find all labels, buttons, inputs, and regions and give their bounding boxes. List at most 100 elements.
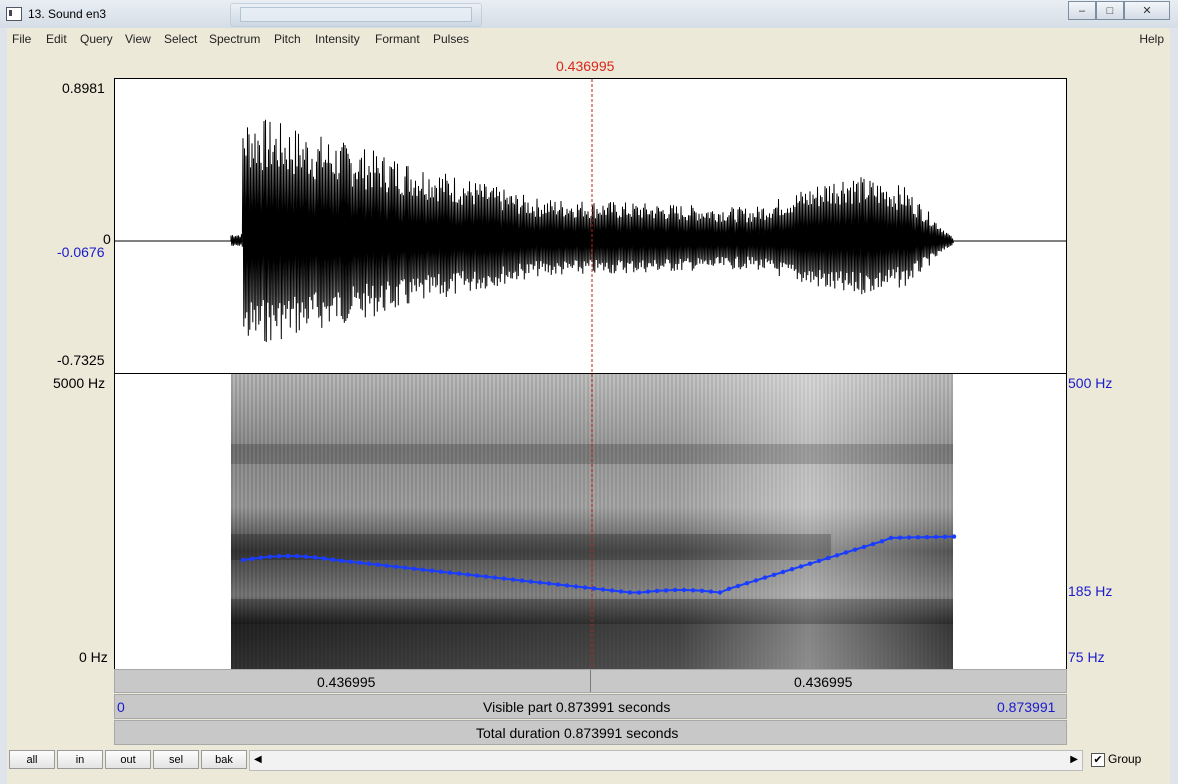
zoom-selection-button[interactable]: sel <box>153 750 199 769</box>
pitch-point-4 <box>276 554 282 559</box>
pitch-point-73 <box>897 535 903 540</box>
time-bar-divider <box>590 670 591 692</box>
pitch-point-0 <box>240 557 246 563</box>
menu-help[interactable]: Help <box>1139 32 1164 46</box>
pitch-point-11 <box>339 558 345 563</box>
zoom-in-button[interactable]: in <box>57 750 103 769</box>
time-left-segment[interactable]: 0.436995 <box>317 674 375 690</box>
time-right-segment[interactable]: 0.436995 <box>794 674 852 690</box>
scroll-right-icon[interactable]: ▶ <box>1070 754 1078 765</box>
menu-spectrum[interactable]: Spectrum <box>209 32 260 46</box>
pitch-point-38 <box>582 585 588 590</box>
spectrogram-top-label: 5000 Hz <box>53 375 106 391</box>
pitch-point-48 <box>672 587 678 593</box>
pitch-point-56 <box>744 581 750 586</box>
waveform-min-label: -0.7325 <box>57 352 105 368</box>
pitch-point-30 <box>510 577 516 582</box>
pitch-point-33 <box>537 580 543 585</box>
cursor-time-label: 0.436995 <box>556 58 615 74</box>
pitch-point-9 <box>321 556 327 561</box>
menu-bar: File Edit Query View Select Spectrum Pit… <box>7 28 1170 50</box>
pitch-point-51 <box>699 588 705 593</box>
menu-file[interactable]: File <box>12 32 31 46</box>
pitch-point-68 <box>852 547 858 552</box>
praat-sound-editor-window: 13. Sound en3 – □ ✕ File Edit Query View… <box>0 0 1178 784</box>
menu-query[interactable]: Query <box>80 32 113 46</box>
visible-part-bar[interactable]: 0 Visible part 0.873991 seconds 0.873991 <box>114 694 1067 719</box>
pitch-point-37 <box>573 584 579 589</box>
zoom-out-button[interactable]: out <box>105 750 151 769</box>
signal-panel[interactable] <box>114 78 1067 670</box>
pitch-point-29 <box>501 576 507 581</box>
visible-end-time: 0.873991 <box>997 699 1056 715</box>
close-button[interactable]: ✕ <box>1124 1 1170 20</box>
pitch-point-72 <box>888 535 894 541</box>
pitch-point-14 <box>366 561 372 566</box>
pitch-point-27 <box>483 574 489 579</box>
pitch-top-label: 500 Hz <box>1068 375 1113 391</box>
pitch-point-32 <box>528 579 534 584</box>
pitch-point-75 <box>915 535 921 540</box>
visible-part-label: Visible part 0.873991 seconds <box>483 699 671 715</box>
pitch-point-35 <box>555 582 561 587</box>
pitch-point-70 <box>870 541 876 547</box>
spectrogram-bottom-label: 0 Hz <box>79 649 108 665</box>
pitch-point-23 <box>447 570 453 575</box>
pitch-point-28 <box>492 575 498 580</box>
pitch-point-10 <box>330 557 336 562</box>
group-checkbox[interactable]: ✔ <box>1091 753 1105 767</box>
horizontal-scrollbar[interactable]: ◀ ▶ <box>249 750 1083 771</box>
total-duration-bar[interactable]: Total duration 0.873991 seconds <box>114 720 1067 745</box>
pitch-point-77 <box>933 534 939 540</box>
pitch-point-2 <box>258 555 264 560</box>
minimize-button[interactable]: – <box>1068 1 1096 20</box>
group-label: Group <box>1108 752 1142 766</box>
pitch-point-53 <box>717 590 723 595</box>
scroll-left-icon[interactable]: ◀ <box>254 754 262 765</box>
pitch-point-34 <box>546 581 552 586</box>
title-bar[interactable]: 13. Sound en3 – □ ✕ <box>0 0 1178 28</box>
pitch-mid-label: 185 Hz <box>1068 583 1113 599</box>
pitch-point-67 <box>843 550 849 555</box>
menu-intensity[interactable]: Intensity <box>315 32 360 46</box>
pitch-point-42 <box>618 589 624 594</box>
pitch-point-76 <box>924 535 930 540</box>
pitch-point-3 <box>267 554 273 559</box>
menu-pulses[interactable]: Pulses <box>433 32 469 46</box>
pitch-point-74 <box>906 535 912 540</box>
pitch-point-12 <box>348 559 354 564</box>
pitch-bottom-label: 75 Hz <box>1068 649 1105 665</box>
zoom-back-button[interactable]: bak <box>201 750 247 769</box>
pitch-point-15 <box>375 562 381 567</box>
pitch-point-41 <box>609 588 615 593</box>
spectrogram-plot[interactable] <box>115 374 1066 669</box>
waveform-plot[interactable] <box>115 79 1066 374</box>
pitch-point-52 <box>708 589 714 594</box>
pitch-point-44 <box>636 590 642 595</box>
pitch-point-19 <box>411 566 417 571</box>
pitch-point-39 <box>591 586 597 591</box>
menu-select[interactable]: Select <box>164 32 197 46</box>
time-selection-bar[interactable]: 0.436995 0.436995 <box>114 669 1067 693</box>
app-icon <box>6 7 22 21</box>
pitch-point-58 <box>762 575 768 580</box>
visible-start-time: 0 <box>117 699 125 715</box>
pitch-point-79 <box>951 534 957 539</box>
pitch-point-17 <box>393 564 399 569</box>
pitch-point-69 <box>861 544 867 550</box>
pitch-point-46 <box>654 588 660 594</box>
total-duration-label: Total duration 0.873991 seconds <box>476 725 679 741</box>
background-window-ghost-bar <box>240 7 472 22</box>
pitch-point-54 <box>726 586 732 591</box>
pitch-point-63 <box>807 561 813 566</box>
pitch-point-24 <box>456 571 462 576</box>
maximize-button[interactable]: □ <box>1096 1 1124 20</box>
menu-pitch[interactable]: Pitch <box>274 32 301 46</box>
pitch-point-20 <box>420 567 426 572</box>
menu-formant[interactable]: Formant <box>375 32 420 46</box>
pitch-point-59 <box>771 572 777 577</box>
zoom-all-button[interactable]: all <box>9 750 55 769</box>
window-title: 13. Sound en3 <box>28 7 107 21</box>
menu-edit[interactable]: Edit <box>46 32 67 46</box>
menu-view[interactable]: View <box>125 32 151 46</box>
